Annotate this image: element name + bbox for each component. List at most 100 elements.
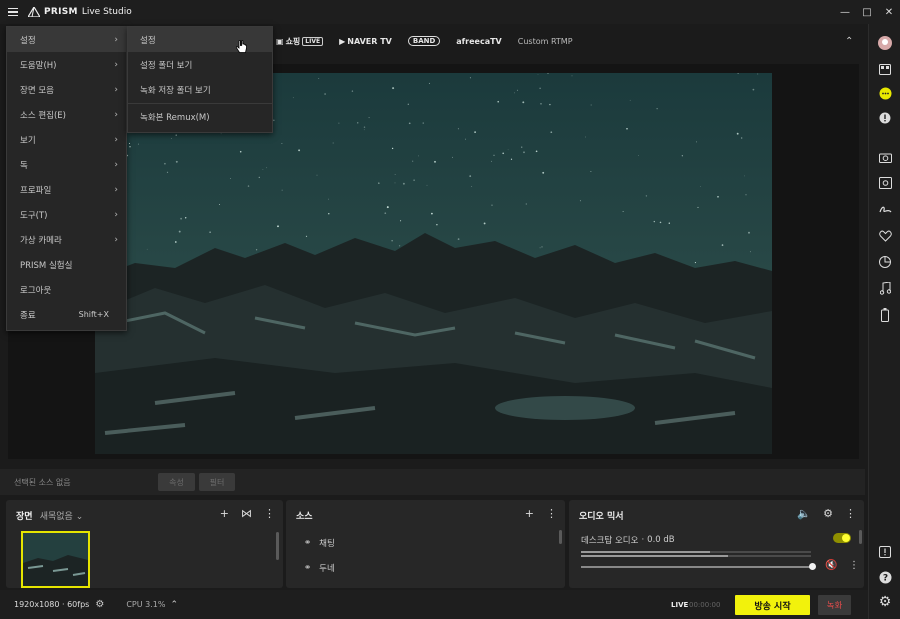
chevron-right-icon: › bbox=[114, 134, 118, 145]
star bbox=[638, 155, 639, 156]
star bbox=[363, 126, 366, 128]
platform-shopping[interactable]: ▣ 쇼핑 LIVE bbox=[276, 36, 324, 47]
window-controls: — □ ✕ bbox=[834, 0, 900, 24]
star bbox=[493, 154, 495, 156]
menu-item-label: 장면 모음 bbox=[20, 85, 54, 96]
hamburger-menu-icon[interactable] bbox=[8, 7, 18, 17]
menu-item-help[interactable]: 도움말(H) › bbox=[7, 52, 126, 77]
resolution-value: 1920x1080 bbox=[14, 600, 60, 609]
star bbox=[418, 155, 419, 157]
mixer-settings-icon[interactable]: ⚙ bbox=[823, 507, 833, 520]
star bbox=[338, 122, 340, 124]
platform-band[interactable]: BAND bbox=[407, 36, 441, 46]
alert-icon[interactable] bbox=[869, 543, 900, 561]
menu-item-tools[interactable]: 도구(T) › bbox=[7, 202, 126, 227]
signature-icon[interactable] bbox=[869, 201, 900, 219]
star bbox=[471, 186, 473, 187]
star bbox=[717, 195, 719, 198]
camera-icon[interactable] bbox=[869, 148, 900, 166]
more-options-icon[interactable]: ⋮ bbox=[264, 507, 275, 520]
volume-slider-handle[interactable] bbox=[809, 563, 816, 570]
scene-collection-dropdown[interactable]: 새목없음 ⌄ bbox=[40, 512, 84, 522]
chat-icon[interactable] bbox=[869, 84, 900, 102]
settings-icon[interactable]: ⚙ bbox=[869, 593, 900, 611]
add-scene-icon[interactable]: + bbox=[220, 507, 229, 520]
scene-thumbnail[interactable] bbox=[21, 531, 90, 588]
cpu-chevron-up-icon[interactable]: ⌃ bbox=[170, 600, 178, 610]
star bbox=[298, 149, 301, 152]
mixer-channel-toggle[interactable] bbox=[833, 533, 851, 543]
chevron-right-icon: › bbox=[114, 159, 118, 170]
menu-item-logout[interactable]: 로그아웃 bbox=[7, 277, 126, 302]
star bbox=[736, 132, 739, 135]
star bbox=[247, 185, 250, 187]
star bbox=[391, 240, 393, 242]
record-button[interactable]: 녹화 bbox=[818, 595, 851, 615]
minimize-icon[interactable]: — bbox=[834, 0, 856, 24]
menu-item-scene-collection[interactable]: 장면 모음 › bbox=[7, 77, 126, 102]
star bbox=[457, 128, 459, 130]
close-icon[interactable]: ✕ bbox=[878, 0, 900, 24]
menu-item-label: 프로파일 bbox=[20, 185, 52, 196]
mixer-more-icon[interactable]: ⋮ bbox=[845, 507, 856, 520]
menu-item-profile[interactable]: 프로파일 › bbox=[7, 177, 126, 202]
heart-icon[interactable] bbox=[869, 227, 900, 245]
star bbox=[128, 142, 131, 144]
hand-cursor-icon bbox=[236, 40, 247, 53]
star bbox=[653, 220, 655, 223]
transition-icon[interactable]: ⋈ bbox=[241, 507, 252, 520]
layout-icon[interactable] bbox=[869, 60, 900, 78]
channel-more-icon[interactable]: ⋮ bbox=[849, 560, 859, 571]
menu-item-exit[interactable]: 종료 Shift+X bbox=[7, 302, 126, 327]
volume-slider[interactable] bbox=[581, 563, 816, 570]
menu-item-prism-lab[interactable]: PRISM 실험실 bbox=[7, 252, 126, 277]
audio-meter-left-fill bbox=[581, 551, 710, 553]
capture-icon[interactable] bbox=[869, 174, 900, 192]
scenes-scrollbar[interactable] bbox=[276, 532, 279, 560]
platform-afreecatv[interactable]: afreecaTV bbox=[456, 37, 501, 46]
mute-icon[interactable]: 🔇 bbox=[825, 560, 837, 571]
submenu-item-remux[interactable]: 녹화본 Remux(M) bbox=[128, 104, 272, 129]
menu-item-dock[interactable]: 독 › bbox=[7, 152, 126, 177]
sticker-icon[interactable] bbox=[869, 253, 900, 271]
menu-item-virtual-camera[interactable]: 가상 카메라 › bbox=[7, 227, 126, 252]
right-sidebar: ? ⚙ bbox=[868, 24, 900, 619]
collapse-chevron-up-icon[interactable]: ⌃ bbox=[845, 36, 853, 47]
menu-item-settings[interactable]: 설정 › bbox=[7, 27, 126, 52]
output-settings-icon[interactable]: ⚙ bbox=[95, 599, 104, 610]
speaker-icon[interactable]: 🔈 bbox=[797, 507, 811, 520]
main-menu: 설정 › 도움말(H) › 장면 모음 › 소스 편집(E) › 보기 › 독 › 프로파일… bbox=[6, 26, 127, 331]
star bbox=[542, 171, 545, 174]
submenu-item-settings[interactable]: 설정 bbox=[128, 27, 272, 52]
star bbox=[757, 73, 759, 75]
filter-button[interactable]: 필터 bbox=[199, 473, 235, 491]
mixer-separator: · bbox=[641, 535, 645, 545]
go-live-button[interactable]: 방송 시작 bbox=[735, 595, 810, 615]
sources-more-icon[interactable]: ⋮ bbox=[546, 507, 557, 520]
add-source-icon[interactable]: + bbox=[525, 507, 534, 520]
star bbox=[497, 100, 499, 103]
music-icon[interactable] bbox=[869, 279, 900, 297]
submenu-item-open-settings-folder[interactable]: 설정 폴더 보기 bbox=[128, 52, 272, 77]
mixer-scrollbar[interactable] bbox=[859, 530, 862, 544]
platform-strip: ▣ 쇼핑 LIVE ▶ NAVER TV BAND afreecaTV Cust… bbox=[276, 28, 573, 54]
menu-item-edit-source[interactable]: 소스 편집(E) › bbox=[7, 102, 126, 127]
source-item[interactable]: ⚭ 채팅 bbox=[304, 537, 335, 549]
prism-logo-icon bbox=[28, 7, 40, 17]
notice-icon[interactable] bbox=[869, 109, 900, 127]
star bbox=[305, 235, 308, 238]
sources-scrollbar[interactable] bbox=[559, 530, 562, 544]
star bbox=[749, 251, 751, 253]
platform-naver-tv[interactable]: ▶ NAVER TV bbox=[339, 37, 392, 46]
maximize-icon[interactable]: □ bbox=[856, 0, 878, 24]
avatar-icon[interactable] bbox=[869, 34, 900, 52]
help-icon[interactable]: ? bbox=[869, 568, 900, 586]
platform-custom-rtmp[interactable]: Custom RTMP bbox=[518, 37, 573, 46]
properties-button[interactable]: 속성 bbox=[158, 473, 195, 491]
menu-item-view[interactable]: 보기 › bbox=[7, 127, 126, 152]
battery-icon[interactable] bbox=[869, 306, 900, 324]
source-item[interactable]: ⚭ 두네 bbox=[304, 562, 335, 574]
submenu-item-open-recording-folder[interactable]: 녹화 저장 폴더 보기 bbox=[128, 77, 272, 102]
link-icon: ⚭ bbox=[304, 563, 312, 573]
star bbox=[166, 171, 169, 173]
